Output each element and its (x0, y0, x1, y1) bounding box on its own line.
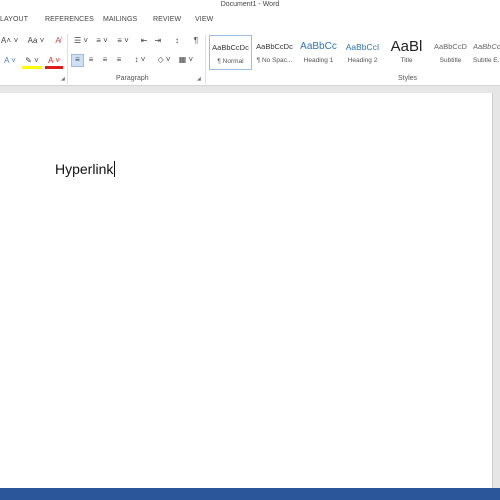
tab-review[interactable]: REVIEW (153, 15, 181, 25)
style-sample: AaBbCcD (434, 42, 467, 51)
style-subtitle[interactable]: AaBbCcD Subtitle (429, 35, 472, 70)
increase-indent-button[interactable]: ⇥ (152, 36, 164, 46)
decrease-indent-button[interactable]: ⇤ (138, 36, 150, 46)
ribbon: A˄ ˅ Aa ˅ A̸ A ˅ ✎ ˅ A ˅ ☰ ˅ ≡ ˅ ≡ ˅ ⇤ ⇥… (0, 30, 500, 86)
ribbon-tab-bar: LAYOUT REFERENCES MAILINGS REVIEW VIEW (0, 10, 500, 30)
font-dialog-launcher[interactable]: ◢ (61, 76, 65, 82)
style-no-spacing[interactable]: AaBbCcDc ¶ No Spac... (253, 35, 296, 70)
shrink-font-button[interactable]: ˅ (12, 36, 20, 46)
document-page[interactable]: Hyperlink (0, 93, 493, 488)
style-heading-2[interactable]: AaBbCcI Heading 2 (341, 35, 384, 70)
document-body-text[interactable]: Hyperlink (55, 160, 116, 178)
multilevel-list-button[interactable]: ≡ ˅ (114, 36, 132, 46)
style-name: Heading 2 (347, 57, 378, 64)
style-name: ¶ Normal (217, 58, 244, 65)
style-name: Heading 1 (303, 57, 334, 64)
grow-font-button[interactable]: A˄ (0, 36, 12, 46)
style-sample: AaBbCc (300, 41, 337, 52)
group-separator (205, 34, 206, 84)
style-name: Subtle E... (473, 57, 500, 64)
text-effects-button[interactable]: A ˅ (2, 56, 18, 66)
text-cursor (114, 161, 116, 177)
align-left-button[interactable]: ≡ (71, 54, 84, 67)
justify-button[interactable]: ≡ (113, 55, 125, 65)
style-normal[interactable]: AaBbCcDc ¶ Normal (209, 35, 252, 70)
title-bar: Document1 - Word (0, 0, 500, 10)
line-spacing-button[interactable]: ↕ ˅ (131, 55, 149, 65)
status-bar (0, 488, 500, 500)
paragraph-group-label: Paragraph (116, 75, 149, 82)
shading-button[interactable]: ◇ ˅ (155, 55, 173, 65)
show-formatting-marks-button[interactable]: ¶ (190, 36, 202, 46)
group-separator (67, 34, 68, 84)
align-right-button[interactable]: ≡ (99, 55, 111, 65)
highlight-color-button[interactable]: ✎ ˅ (22, 56, 42, 69)
tab-layout[interactable]: LAYOUT (0, 15, 28, 25)
style-subtle-emphasis[interactable]: AaBbCcI Subtle E... (473, 35, 500, 70)
style-name: ¶ No Spac... (256, 57, 293, 64)
numbering-button[interactable]: ≡ ˅ (93, 36, 111, 46)
document-text: Hyperlink (55, 161, 114, 177)
style-sample: AaBbCcI (473, 42, 500, 51)
style-name: Subtitle (439, 57, 462, 64)
style-sample: AaBbCcI (345, 42, 380, 52)
font-color-button[interactable]: A ˅ (45, 56, 63, 69)
paragraph-dialog-launcher[interactable]: ◢ (197, 76, 201, 82)
styles-group-label: Styles (398, 75, 418, 82)
document-area: Hyperlink (0, 87, 500, 488)
clear-formatting-button[interactable]: A̸ (52, 36, 64, 46)
window-title: Document1 - Word (220, 1, 280, 8)
style-sample: AaBbCcDc (256, 42, 293, 51)
tab-view[interactable]: VIEW (195, 15, 213, 25)
bullets-button[interactable]: ☰ ˅ (72, 36, 90, 46)
tab-mailings[interactable]: MAILINGS (103, 15, 137, 25)
borders-button[interactable]: ▦ ˅ (177, 55, 195, 65)
style-heading-1[interactable]: AaBbCc Heading 1 (297, 35, 340, 70)
tab-references[interactable]: REFERENCES (45, 15, 94, 25)
change-case-button[interactable]: Aa ˅ (26, 36, 46, 46)
style-sample: AaBl (390, 39, 423, 55)
align-center-button[interactable]: ≡ (85, 55, 97, 65)
style-name: Title (400, 57, 413, 64)
style-sample: AaBbCcDc (212, 43, 249, 52)
sort-button[interactable]: ↕ (171, 36, 183, 46)
style-title[interactable]: AaBl Title (385, 35, 428, 70)
